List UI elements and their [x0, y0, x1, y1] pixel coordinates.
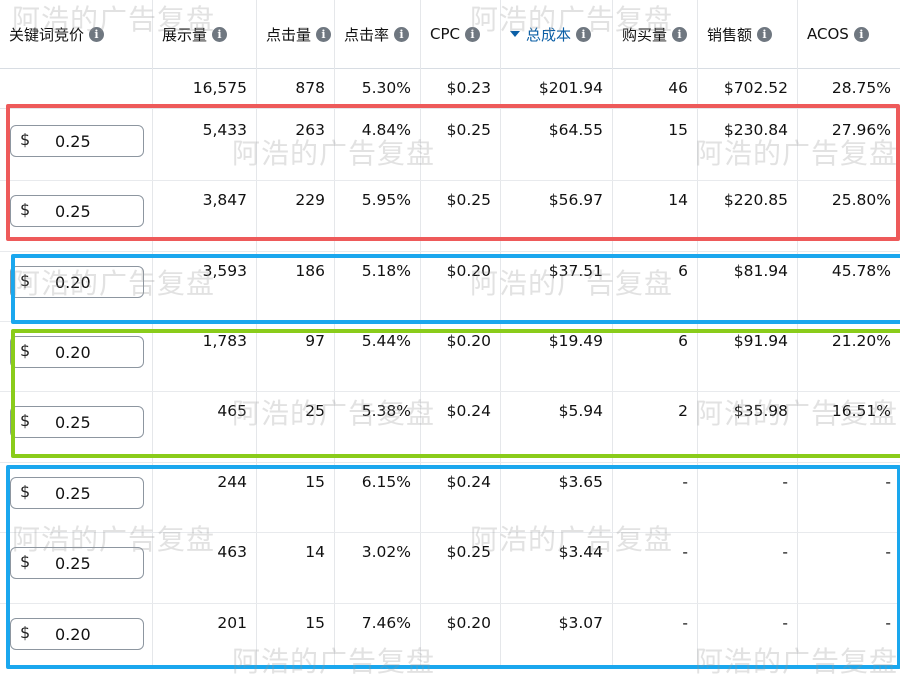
column-header-label: 销售额 [707, 25, 753, 44]
info-icon[interactable]: i [672, 26, 688, 42]
info-icon[interactable]: i [853, 26, 869, 42]
column-header-2[interactable]: 点击量 i [266, 22, 332, 46]
highlight-box [6, 104, 900, 241]
column-header-1[interactable]: 展示量 i [162, 22, 228, 46]
summary-cell: 28.75% [831, 79, 891, 97]
column-header-label: 总成本 [526, 25, 572, 44]
column-header-label: 购买量 [622, 25, 668, 44]
column-header-label: 点击量 [266, 25, 312, 44]
column-header-label: ACOS [807, 25, 849, 43]
summary-cell: 16,575 [192, 79, 247, 97]
column-header-7[interactable]: 销售额 i [707, 22, 773, 46]
info-icon[interactable]: i [89, 26, 105, 42]
column-header-label: 展示量 [162, 25, 208, 44]
summary-cell: $201.94 [538, 79, 603, 97]
info-icon[interactable]: i [576, 26, 592, 42]
column-header-4[interactable]: CPC i [430, 22, 480, 46]
summary-cell: $0.23 [446, 79, 491, 97]
summary-cell: 878 [295, 79, 325, 97]
summary-cell: 46 [668, 79, 688, 97]
keyword-bid-table: 关键词竞价 i 展示量 i 点击量 i 点击率 i CPC i 总成本 i 购买量 i 销售额 i ACOS i 1… [0, 0, 900, 678]
column-header-8[interactable]: ACOS i [807, 22, 869, 46]
column-header-label: 关键词竞价 [9, 25, 85, 44]
column-header-5[interactable]: 总成本 i [510, 22, 592, 46]
highlight-box [6, 465, 900, 669]
row-divider [0, 251, 900, 252]
info-icon[interactable]: i [757, 26, 773, 42]
column-header-0[interactable]: 关键词竞价 i [9, 22, 105, 46]
summary-cell: 5.30% [361, 79, 411, 97]
column-header-6[interactable]: 购买量 i [622, 22, 688, 46]
highlight-box [11, 254, 900, 324]
column-header-label: 点击率 [344, 25, 390, 44]
info-icon[interactable]: i [465, 26, 480, 42]
column-header-3[interactable]: 点击率 i [344, 22, 410, 46]
info-icon[interactable]: i [316, 26, 332, 42]
row-divider [0, 462, 900, 463]
highlight-box [11, 329, 900, 458]
column-header-label: CPC [430, 25, 460, 43]
info-icon[interactable]: i [394, 26, 410, 42]
summary-cell: $702.52 [723, 79, 788, 97]
info-icon[interactable]: i [212, 26, 228, 42]
sort-descending-icon[interactable] [510, 31, 520, 37]
